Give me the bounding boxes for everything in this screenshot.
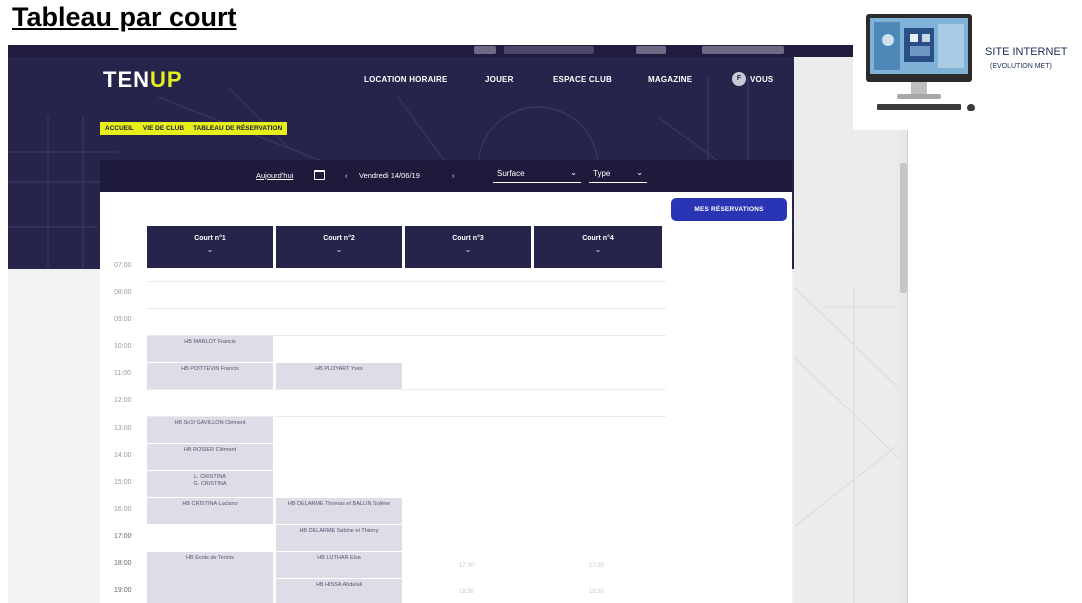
badge-title: SITE INTERNET [985,46,1068,58]
site-internet-badge: SITE INTERNET (EVOLUTION MET) [853,0,1082,130]
time-label: 07:00 [114,262,132,269]
tenup-logo[interactable]: TENUP [103,67,183,93]
logo-up: UP [150,67,183,92]
slide: Tableau par court TENUP LOCATION HORAIRE… [0,0,1082,603]
logo-ten: TEN [103,67,150,92]
chevron-down-icon: ⌄ [636,168,643,177]
court-header-label: Court n°2 [323,235,355,242]
calendar-icon[interactable] [314,170,325,180]
page-background-right [793,57,907,603]
keyboard-icon [877,104,961,110]
court-header-3[interactable]: Court n°3 ⌄ [405,226,531,268]
time-label: 14:00 [114,452,132,459]
utility-bar [8,45,907,57]
booking-slot[interactable]: HB DELARME Sabine et Thierry [276,525,402,551]
booking-slot[interactable]: HB DELARME Thomas et BALLIN Solène [276,498,402,524]
utility-link[interactable] [702,46,784,54]
screen-art [870,18,968,74]
booking-slot[interactable]: HB Ecole de Tennis [147,552,273,603]
today-link[interactable]: Aujourd'hui [256,171,293,180]
filter-bar: Aujourd'hui ‹ Vendredi 14/06/19 › Surfac… [100,160,792,192]
court-header-label: Court n°4 [582,235,614,242]
avatar[interactable]: F [732,72,746,86]
court-header-4[interactable]: Court n°4 ⌄ [534,226,662,268]
surface-select-label: Surface [497,169,525,178]
monitor-screen [870,18,968,74]
nav-jouer[interactable]: JOUER [485,75,514,84]
booking-slot[interactable]: L. CRISTINA G. CRISTINA [147,471,273,497]
booking-slot[interactable]: HB HISSA Abdelali [276,579,402,603]
breadcrumb-accueil[interactable]: ACCUEIL [105,125,134,132]
nav-vous[interactable]: VOUS [750,75,773,84]
time-label: 18:00 [114,560,132,567]
chevron-down-icon: ⌄ [206,245,214,254]
app-screenshot: TENUP LOCATION HORAIRE JOUER ESPACE CLUB… [8,45,908,603]
booking-player: G. CRISTINA [193,481,227,487]
time-label: 10:00 [114,343,132,350]
time-label: 16:00 [114,506,132,513]
nav-espace-club[interactable]: ESPACE CLUB [553,75,612,84]
chevron-down-icon: ⌄ [335,245,343,254]
grid-row-line [146,389,666,390]
booking-slot[interactable]: HB POITTEVIN Francis [147,363,273,389]
available-slot-time[interactable]: 17:30 [459,563,474,569]
time-label: 08:00 [114,289,132,296]
breadcrumb-vie-de-club[interactable]: VIE DE CLUB [143,125,184,132]
grid-row-line [146,308,666,309]
type-select-label: Type [593,169,611,178]
surface-select[interactable]: Surface ⌄ [493,168,581,183]
booking-slot[interactable]: HB LUTHAR Elsa [276,552,402,578]
chevron-down-icon: ⌄ [464,245,472,254]
time-label: 17:00 [114,533,132,540]
time-label: 13:00 [114,425,132,432]
type-select[interactable]: Type ⌄ [589,168,647,183]
utility-link[interactable] [474,46,496,54]
booking-slot[interactable]: HB ROSIER Clément [147,444,273,470]
court-lines-pattern-light [793,286,907,603]
available-slot-time[interactable]: 18:30 [459,589,474,595]
mouse-icon [967,104,975,111]
time-label: 19:00 [114,587,132,594]
booking-player: L. CRISTINA [194,474,226,480]
booking-slot[interactable]: HB Sn1f GAVILLON Clément [147,417,273,443]
available-slot-time[interactable]: 17:30 [589,563,604,569]
my-reservations-button[interactable]: MES RÉSERVATIONS [671,198,787,221]
court-header-2[interactable]: Court n°2 ⌄ [276,226,402,268]
booking-slot[interactable]: HB CRISTINA Luciano [147,498,273,524]
utility-search[interactable] [504,46,594,54]
next-day-arrow[interactable]: › [452,171,455,180]
court-header-label: Court n°1 [194,235,226,242]
time-label: 15:00 [114,479,132,486]
time-label: 11:00 [114,370,131,377]
time-label: 12:00 [114,397,132,404]
current-date: Vendredi 14/06/19 [359,171,420,180]
scrollbar-track[interactable] [899,57,907,603]
breadcrumb: ACCUEIL VIE DE CLUB TABLEAU DE RÉSERVATI… [100,122,288,135]
chevron-down-icon: ⌄ [594,245,602,254]
slide-title: Tableau par court [12,2,237,32]
court-header-label: Court n°3 [452,235,484,242]
utility-link[interactable] [636,46,666,54]
breadcrumb-tableau[interactable]: TABLEAU DE RÉSERVATION [193,125,282,132]
scrollbar-thumb[interactable] [900,163,907,293]
time-label: 09:00 [114,316,132,323]
booking-slot[interactable]: HB PLOYART Yves [276,363,402,389]
grid-row-line [146,281,666,282]
monitor-base [897,94,941,99]
booking-slot[interactable]: HB MARLOT Francis [147,336,273,362]
monitor-stand [911,82,927,94]
prev-day-arrow[interactable]: ‹ [345,171,348,180]
chevron-down-icon: ⌄ [570,168,577,177]
badge-subtitle: (EVOLUTION MET) [990,63,1052,70]
court-header-1[interactable]: Court n°1 ⌄ [147,226,273,268]
nav-magazine[interactable]: MAGAZINE [648,75,692,84]
nav-location-horaire[interactable]: LOCATION HORAIRE [364,75,448,84]
available-slot-time[interactable]: 18:30 [589,589,604,595]
